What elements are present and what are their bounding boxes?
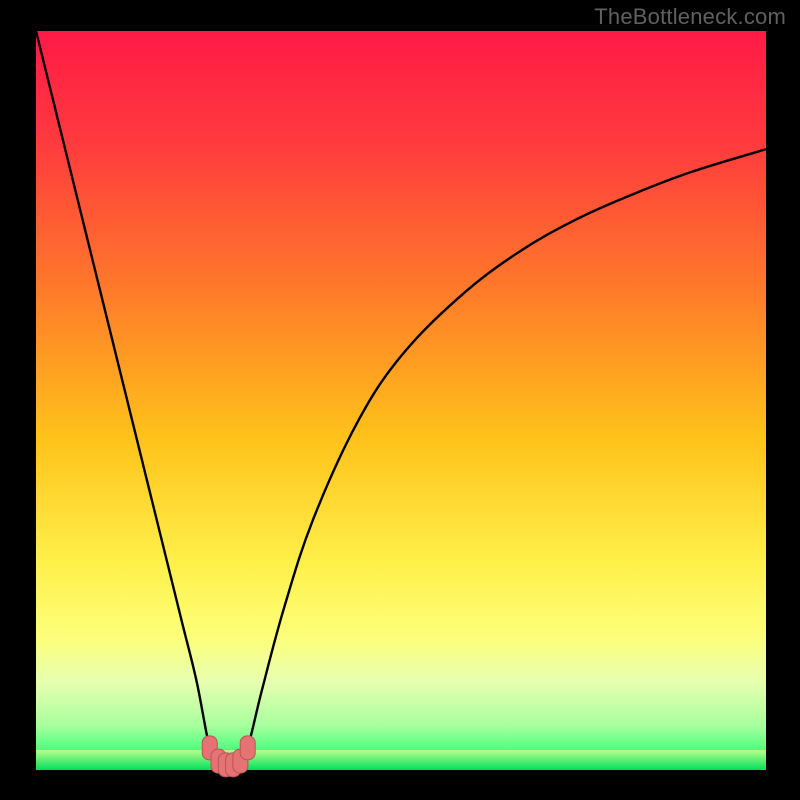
bottleneck-chart [0,0,800,800]
plot-background [36,31,766,770]
chart-frame: TheBottleneck.com [0,0,800,800]
bottom-green-band [36,750,766,770]
attribution-text: TheBottleneck.com [594,4,786,30]
valley-marker [240,736,255,760]
